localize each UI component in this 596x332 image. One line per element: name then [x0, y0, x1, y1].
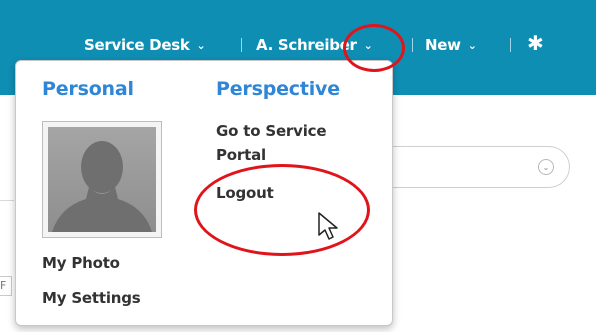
annotation-circle-user-chevron [343, 24, 405, 72]
chevron-down-icon[interactable]: ⌄ [538, 159, 554, 175]
nav-separator [412, 38, 413, 52]
background-field-fragment: F [0, 276, 12, 296]
mouse-pointer-icon [318, 212, 338, 240]
my-settings-link[interactable]: My Settings [42, 286, 141, 310]
gear-icon[interactable]: ✱ [527, 33, 544, 53]
avatar-placeholder-icon [48, 127, 156, 232]
user-name-label: A. Schreiber [256, 36, 357, 54]
person-silhouette-icon [52, 141, 152, 232]
service-desk-menu[interactable]: Service Desk ⌄ [84, 36, 206, 56]
service-desk-label: Service Desk [84, 36, 190, 54]
personal-heading: Personal [42, 78, 134, 100]
page-divider [0, 200, 14, 201]
chevron-down-icon: ⌄ [196, 39, 206, 52]
new-menu[interactable]: New ⌄ [425, 36, 477, 56]
nav-separator [510, 38, 511, 52]
nav-separator [241, 38, 242, 52]
perspective-heading: Perspective [216, 78, 340, 100]
new-label: New [425, 36, 461, 54]
chevron-down-icon: ⌄ [467, 39, 477, 52]
annotation-circle-logout [194, 164, 370, 256]
go-to-service-portal-link[interactable]: Go to Service Portal [216, 119, 366, 167]
avatar[interactable] [42, 121, 162, 238]
my-photo-link[interactable]: My Photo [42, 251, 120, 275]
